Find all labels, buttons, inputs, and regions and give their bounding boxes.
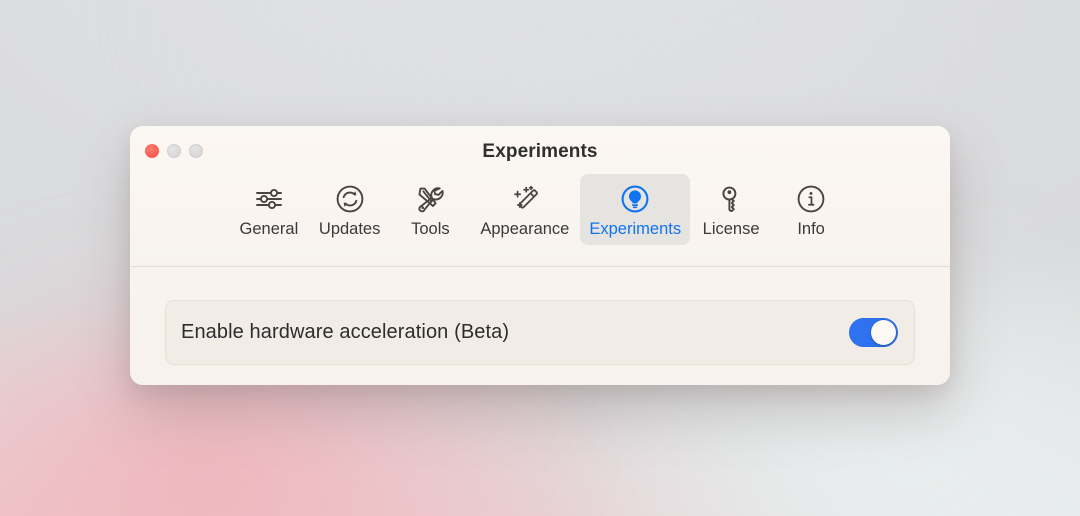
sliders-icon: [252, 182, 286, 216]
window-title: Experiments: [482, 141, 598, 162]
tab-tools[interactable]: Tools: [391, 174, 469, 245]
tab-updates[interactable]: Updates: [310, 174, 389, 245]
tools-icon: [413, 182, 447, 216]
tab-info-label: Info: [797, 220, 825, 238]
tab-experiments[interactable]: Experiments: [580, 174, 691, 245]
tab-tools-label: Tools: [411, 220, 450, 238]
toggle-knob: [871, 320, 896, 345]
setting-label: Enable hardware acceleration (Beta): [181, 321, 510, 343]
toolbar-tab-list: General Updates Tools Appearance Experim…: [130, 174, 950, 245]
tab-info[interactable]: Info: [772, 174, 850, 245]
settings-content: Enable hardware acceleration (Beta): [130, 268, 950, 385]
refresh-circle-icon: [333, 182, 367, 216]
tab-appearance-label: Appearance: [480, 220, 570, 238]
setting-row-hardware-acceleration: Enable hardware acceleration (Beta): [165, 300, 915, 365]
lightbulb-icon: [618, 182, 652, 216]
tab-license[interactable]: License: [692, 174, 770, 245]
key-icon: [714, 182, 748, 216]
tab-general[interactable]: General: [230, 174, 308, 245]
magic-wand-icon: [508, 182, 542, 216]
hardware-acceleration-toggle[interactable]: [849, 318, 898, 347]
info-circle-icon: [794, 182, 828, 216]
tab-general-label: General: [239, 220, 299, 238]
tab-updates-label: Updates: [318, 220, 381, 238]
preferences-window: Experiments General Updates Tools Appear…: [130, 126, 950, 385]
tab-license-label: License: [702, 220, 760, 238]
tab-appearance[interactable]: Appearance: [471, 174, 578, 245]
tab-experiments-label: Experiments: [589, 220, 682, 238]
window-toolbar: Experiments General Updates Tools Appear…: [130, 126, 950, 267]
